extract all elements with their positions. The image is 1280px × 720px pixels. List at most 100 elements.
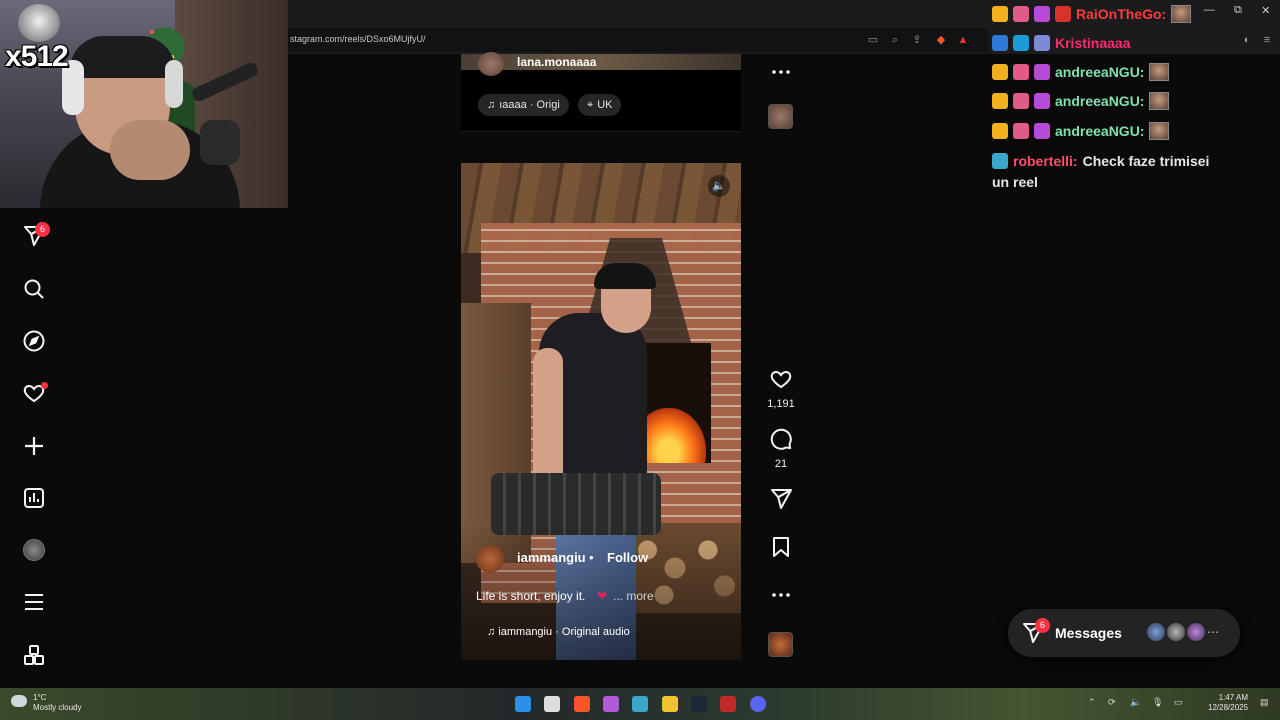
emote-icon	[1149, 63, 1170, 81]
reel-audio-label: iammangiu · Original audio	[498, 626, 630, 638]
chat-message-continued: un reel	[992, 171, 1038, 193]
search-icon[interactable]	[20, 275, 48, 303]
audio-thumbnail[interactable]	[768, 632, 793, 657]
emote-icon	[1149, 92, 1170, 110]
task-view-icon[interactable]	[544, 696, 560, 712]
tray-chevron-icon[interactable]: ⌃	[1088, 697, 1096, 708]
webcam-feed: x512	[0, 0, 288, 208]
clock-time: 1:47 AM	[1218, 693, 1249, 702]
gift-badge-icon	[1034, 6, 1050, 22]
chat-text: un reel	[992, 174, 1038, 190]
music-note-icon: ♫	[487, 626, 499, 638]
restore-icon[interactable]: ⧉	[1234, 4, 1242, 22]
app-icon[interactable]	[632, 696, 648, 712]
reader-mode-icon[interactable]: ▭	[866, 33, 880, 47]
reel-username[interactable]: iammangiu	[517, 550, 586, 565]
brave-browser-icon[interactable]	[574, 696, 590, 712]
discord-icon[interactable]	[750, 696, 766, 712]
reel-caption: Life is short, enjoy it.	[476, 589, 586, 603]
system-clock[interactable]: 1:47 AM 12/28/2025	[1208, 693, 1248, 713]
share-button[interactable]	[766, 487, 796, 516]
volume-tray-icon[interactable]: 🔈	[1130, 697, 1141, 708]
microphone	[200, 120, 240, 165]
dashboard-icon[interactable]	[20, 484, 48, 512]
share-icon[interactable]: ⇪	[910, 33, 924, 47]
chat-username: andreeaNGU:	[1055, 64, 1145, 80]
mod-badge-icon	[992, 35, 1008, 51]
windows-start-icon[interactable]	[515, 696, 531, 712]
man-cap	[594, 263, 656, 289]
activity-dot	[41, 382, 48, 389]
app-icon[interactable]	[720, 696, 736, 712]
more-options-icon[interactable]	[766, 583, 796, 612]
chat-message: andreeaNGU:	[992, 120, 1170, 142]
caption-more-link[interactable]: ... more	[613, 589, 654, 603]
display-icon[interactable]: ▭	[1174, 697, 1183, 708]
previous-reel-username[interactable]: lana.monaaaa	[517, 55, 596, 69]
avatar	[1165, 621, 1187, 643]
comment-button[interactable]: 21	[766, 427, 796, 470]
gift-badge-icon	[1034, 64, 1050, 80]
heart-emoji: ❤	[597, 589, 608, 603]
chat-message: andreeaNGU:	[992, 90, 1170, 112]
network-icon[interactable]: ⟳	[1108, 697, 1116, 708]
save-button[interactable]	[766, 535, 796, 564]
mic-icon[interactable]: 🎙	[1152, 697, 1163, 708]
browser-menu-icon[interactable]: ≡	[1260, 33, 1274, 47]
zoom-icon[interactable]: ⌕	[888, 33, 902, 47]
weather-temp: 1°C	[33, 693, 47, 702]
overlay-logo-text: x512	[5, 40, 69, 73]
more-options-icon[interactable]	[766, 60, 796, 89]
follow-button[interactable]: Follow	[607, 550, 648, 565]
emote-icon	[1149, 122, 1170, 140]
gift-badge-icon	[1034, 123, 1050, 139]
reel-audio-link[interactable]: ♫ iammangiu · Original audio	[487, 626, 630, 638]
crown-badge-icon	[992, 64, 1008, 80]
chat-username: RaiOnTheGo:	[1076, 6, 1167, 22]
streamer-hand	[110, 120, 190, 180]
brave-shield-icon[interactable]: ◆	[934, 33, 948, 47]
app-icon[interactable]	[603, 696, 619, 712]
emote-icon	[1055, 6, 1071, 22]
steam-icon[interactable]	[691, 696, 707, 712]
brave-rewards-icon[interactable]: ▲	[956, 33, 970, 47]
reel-video[interactable]	[461, 163, 741, 660]
chat-text: Check faze trimisei	[1082, 153, 1210, 169]
sub-badge-icon	[1013, 6, 1029, 22]
weather-widget[interactable]: 1°C Mostly cloudy	[33, 693, 81, 713]
profile-avatar[interactable]	[20, 536, 48, 564]
plus-icon[interactable]	[20, 432, 48, 460]
compass-icon[interactable]	[20, 327, 48, 355]
file-explorer-icon[interactable]	[662, 696, 678, 712]
close-icon[interactable]: ✕	[1261, 4, 1270, 22]
screen: stagram.com/reels/DSxo6MUjfyU/ ▭ ⌕ ⇪ ◆ ▲…	[0, 0, 1280, 720]
send-icon	[771, 489, 792, 509]
audio-chip[interactable]: ♫ ıaaaa · Origi	[478, 94, 569, 116]
notification-badge: 6	[35, 222, 50, 237]
badge-icon	[1013, 35, 1029, 51]
volume-icon[interactable]: 🔈	[708, 175, 730, 197]
chat-message: andreeaNGU:	[992, 61, 1170, 83]
man-arm	[533, 348, 563, 488]
more-options-icon: ⋯	[1207, 625, 1219, 639]
extensions-icon[interactable]: ◐	[1240, 33, 1254, 47]
audio-chip-label: ıaaaa · Origi	[499, 99, 560, 111]
sub-badge-icon	[992, 153, 1008, 169]
chat-username: Kristinaaaa	[1055, 35, 1131, 51]
cloud-icon	[11, 695, 27, 707]
music-note-icon: ♫	[487, 99, 496, 111]
menu-icon[interactable]	[20, 588, 48, 616]
crown-badge-icon	[992, 93, 1008, 109]
chat-message: robertelli: Check faze trimisei	[992, 150, 1209, 172]
notification-icon[interactable]: ▤	[1260, 697, 1269, 708]
window-controls: — ⧉ ✕	[1194, 4, 1280, 22]
like-button[interactable]: 1,191	[766, 367, 796, 410]
address-url[interactable]: stagram.com/reels/DSxo6MUjfyU/	[290, 34, 426, 44]
overlay-logo-face	[18, 4, 60, 42]
avatar[interactable]	[478, 52, 504, 76]
location-chip[interactable]: ⌖ UK	[578, 94, 622, 116]
apps-icon[interactable]	[20, 641, 48, 669]
audio-thumbnail[interactable]	[768, 104, 793, 129]
minimize-icon[interactable]: —	[1204, 4, 1215, 22]
avatar[interactable]	[476, 545, 504, 573]
